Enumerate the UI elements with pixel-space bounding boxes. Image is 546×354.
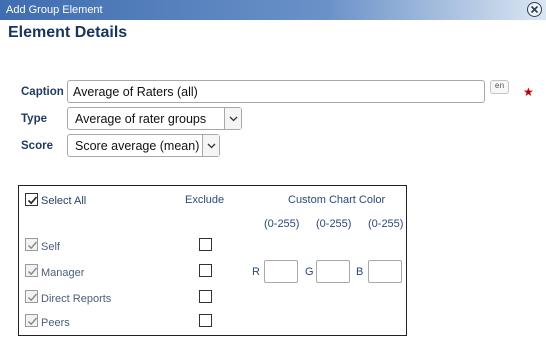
dialog-titlebar: Add Group Element <box>0 0 546 20</box>
score-select-value: Score average (mean) <box>75 139 200 153</box>
group-label-self: Self <box>41 241 60 253</box>
dialog-title: Add Group Element <box>6 4 103 16</box>
channel-label-r: R <box>252 266 260 278</box>
color-r-input[interactable] <box>264 260 298 283</box>
exclude-header: Exclude <box>185 194 225 206</box>
chevron-down-icon[interactable] <box>224 108 241 129</box>
type-select[interactable]: Average of rater groups <box>67 107 242 130</box>
score-select[interactable]: Score average (mean) <box>67 134 220 157</box>
exclude-direct-reports-checkbox[interactable] <box>199 290 212 303</box>
color-g-input[interactable] <box>316 260 350 283</box>
type-label: Type <box>21 113 47 125</box>
close-icon[interactable] <box>527 2 542 17</box>
group-label-peers: Peers <box>41 317 70 329</box>
self-checkbox[interactable] <box>25 238 38 251</box>
range-label-g: (0-255) <box>316 218 352 230</box>
group-label-direct-reports: Direct Reports <box>41 293 112 305</box>
type-select-value: Average of rater groups <box>75 112 207 126</box>
caption-input[interactable] <box>67 80 485 103</box>
exclude-self-checkbox[interactable] <box>199 238 212 251</box>
channel-label-b: B <box>356 266 364 278</box>
select-all-checkbox[interactable] <box>25 193 38 206</box>
channel-label-g: G <box>305 266 314 278</box>
score-label: Score <box>21 140 53 152</box>
exclude-peers-checkbox[interactable] <box>199 314 212 327</box>
direct-reports-checkbox[interactable] <box>25 290 38 303</box>
manager-checkbox[interactable] <box>25 264 38 277</box>
group-label-manager: Manager <box>41 267 85 279</box>
caption-label: Caption <box>21 86 64 98</box>
color-b-input[interactable] <box>368 260 402 283</box>
range-label-r: (0-255) <box>264 218 300 230</box>
select-all-label: Select All <box>41 195 87 207</box>
custom-chart-color-header: Custom Chart Color <box>288 194 386 206</box>
range-label-b: (0-255) <box>368 218 404 230</box>
required-star-icon: ★ <box>523 85 534 99</box>
page-title: Element Details <box>8 24 128 41</box>
rater-groups-panel: Select All Exclude Custom Chart Color (0… <box>18 185 407 336</box>
exclude-manager-checkbox[interactable] <box>199 264 212 277</box>
peers-checkbox[interactable] <box>25 314 38 327</box>
language-badge[interactable]: en <box>490 80 509 94</box>
chevron-down-icon[interactable] <box>202 135 219 156</box>
